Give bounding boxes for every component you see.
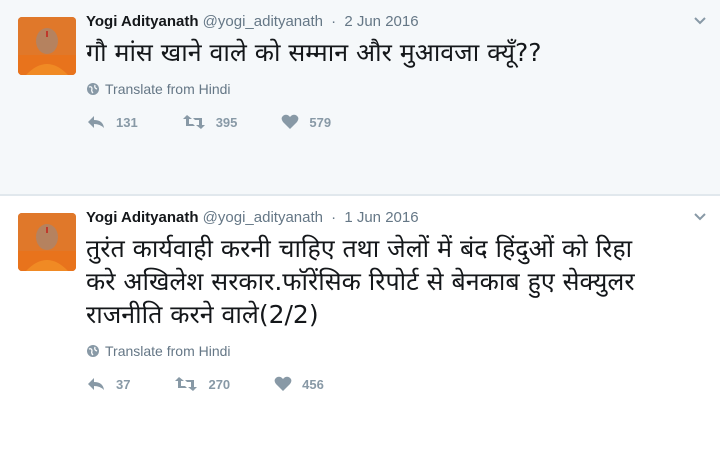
tweet[interactable]: Yogi Adityanath @yogi_adityanath · 2 Jun… [0,0,720,196]
author-handle[interactable]: @yogi_adityanath [203,209,323,226]
retweet-count: 270 [208,376,231,392]
heart-icon [274,376,292,391]
reply-icon [88,378,104,390]
like-count: 579 [309,114,332,130]
chevron-down-icon[interactable] [692,12,708,28]
globe-icon [87,83,99,95]
tweet-actions: 131 395 579 [86,114,704,130]
author-handle[interactable]: @yogi_adityanath [203,13,323,30]
like-button[interactable]: 456 [274,376,324,392]
tweet-text: गौ मांस खाने वाले को सम्मान और मुआवजा क्… [86,38,542,67]
chevron-down-icon[interactable] [692,208,708,224]
tweet-text: तुरंत कार्यवाही करनी चाहिए तथा जेलों में… [86,234,635,329]
reply-count: 131 [116,114,138,130]
retweet-icon [182,115,205,129]
avatar[interactable] [18,17,76,75]
separator-dot: · [331,209,337,226]
translate-link[interactable]: Translate from Hindi [86,81,704,97]
retweet-button[interactable]: 395 [182,114,238,130]
retweet-icon [175,377,198,391]
reply-count: 37 [116,376,131,392]
reply-button[interactable]: 131 [86,114,138,130]
reply-button[interactable]: 37 [86,376,130,392]
heart-icon [282,114,299,129]
translate-link[interactable]: Translate from Hindi [86,343,704,359]
tweet-date[interactable]: 1 Jun 2016 [344,209,418,226]
like-button[interactable]: 579 [281,114,331,130]
retweet-count: 395 [215,114,238,130]
author-name[interactable]: Yogi Adityanath [86,13,199,30]
separator-dot: · [331,13,337,30]
globe-icon [87,345,99,357]
tweet-date[interactable]: 2 Jun 2016 [344,13,418,30]
tweet-header: Yogi Adityanath @yogi_adityanath · 2 Jun… [86,12,704,32]
reply-icon [88,116,104,128]
retweet-button[interactable]: 270 [174,376,230,392]
author-name[interactable]: Yogi Adityanath [86,209,199,226]
avatar[interactable] [18,213,76,271]
like-count: 456 [302,376,324,392]
tweet-header: Yogi Adityanath @yogi_adityanath · 1 Jun… [86,208,704,228]
tweet[interactable]: Yogi Adityanath @yogi_adityanath · 1 Jun… [0,196,720,469]
translate-label: Translate from Hindi [105,81,231,97]
tweet-actions: 37 270 456 [86,376,704,392]
translate-label: Translate from Hindi [105,343,231,359]
